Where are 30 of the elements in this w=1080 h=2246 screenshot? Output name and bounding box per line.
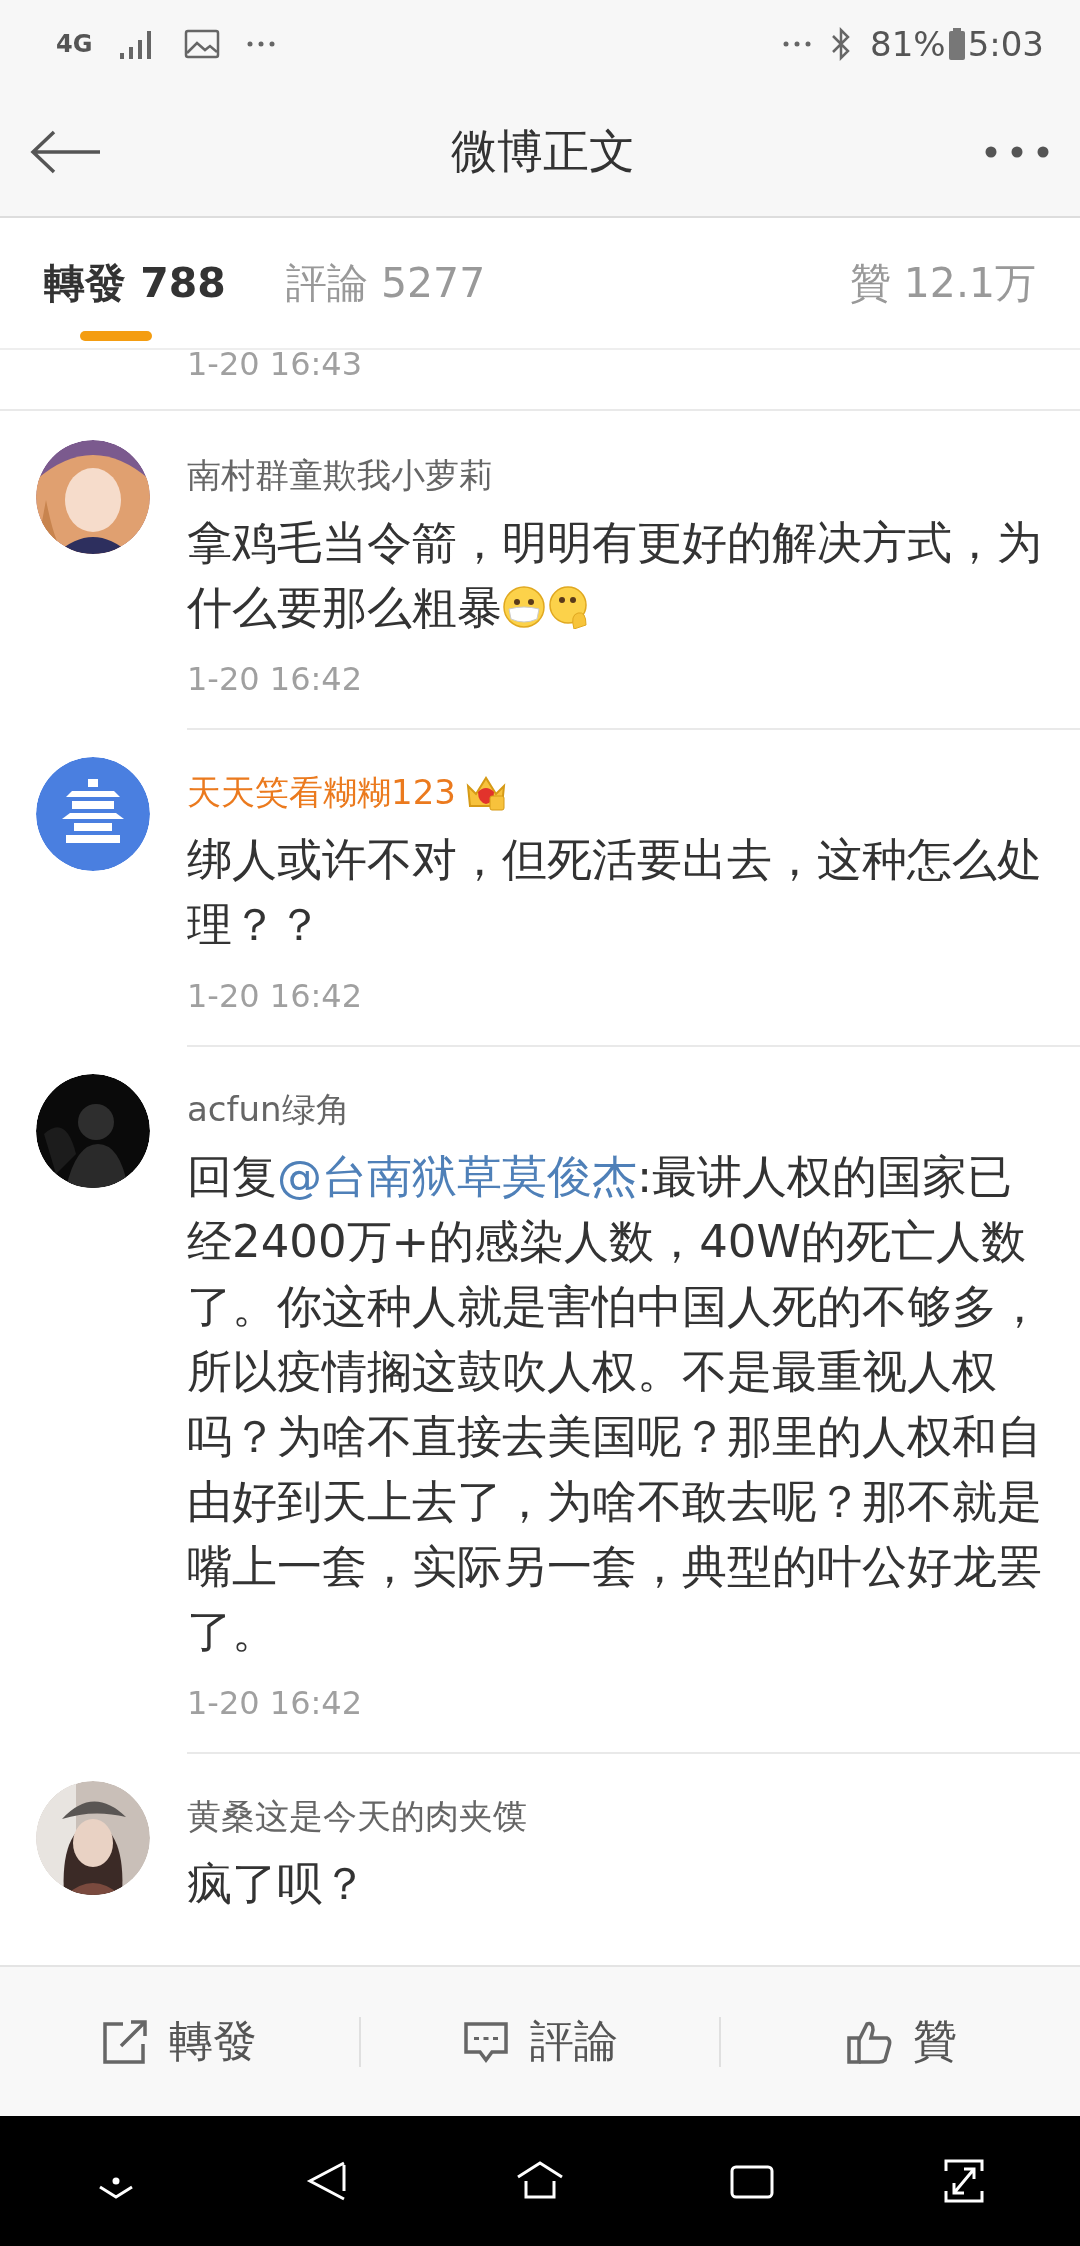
username[interactable]: 黄桑这是今天的肉夹馍 bbox=[187, 1791, 527, 1841]
comment-text: 绑人或许不对，但死活要出去，这种怎么处理？？ bbox=[187, 832, 1043, 953]
timestamp: 1-20 16:43 bbox=[187, 350, 362, 384]
comment-text: 拿鸡毛当令箭，明明有更好的解决方式，为什么要那么粗暴 bbox=[187, 515, 1043, 636]
network-type: 4G bbox=[56, 32, 93, 56]
thinking-face-emoji-icon bbox=[546, 585, 590, 629]
timestamp: 1-20 16:42 bbox=[187, 659, 363, 700]
like-button[interactable]: 贊 bbox=[721, 1966, 1080, 2117]
page-title: 微博正文 bbox=[450, 123, 636, 180]
comment-text: 回复@台南狱草莫俊杰:最讲人权的国家已经2400万+的感染人数，40W的死亡人数了。你这种人就是害怕中国人死的不够多，所以疫情搁这鼓吹人权。不是最重视人权吗？为啥不直接去美国呢？那里的人权和自由好到天上去了，为啥不敢去呢？那不就是嘴上一套，实际另一套，典型的叶公好龙罢了。 bbox=[187, 1149, 1043, 1660]
mention-link[interactable]: @台南狱草莫俊杰 bbox=[277, 1150, 637, 1203]
username[interactable]: 南村群童欺我小萝莉 bbox=[187, 450, 493, 500]
tab[interactable]: 轉發 788 bbox=[44, 217, 226, 349]
mask-face-emoji-icon bbox=[502, 585, 546, 629]
repost-button[interactable]: 轉發 bbox=[0, 1966, 359, 2117]
timestamp: 1-20 16:42 bbox=[187, 1683, 363, 1724]
back-icon[interactable] bbox=[30, 130, 102, 174]
username[interactable]: acfun绿角 bbox=[187, 1084, 350, 1134]
more-icon bbox=[246, 40, 277, 48]
tab-indicator bbox=[80, 331, 152, 341]
image-icon bbox=[184, 29, 221, 59]
comment-text: 疯了呗？ bbox=[187, 1856, 368, 1912]
clock: 5:03 bbox=[967, 24, 1044, 64]
comment-button[interactable]: 評論 bbox=[360, 1966, 720, 2117]
timestamp: 1-20 16:42 bbox=[187, 976, 363, 1017]
more-icon[interactable] bbox=[984, 145, 1050, 159]
share-icon bbox=[101, 2017, 150, 2066]
more-icon bbox=[782, 40, 813, 48]
battery-percent: 81% bbox=[870, 24, 946, 64]
battery-icon bbox=[947, 27, 966, 61]
